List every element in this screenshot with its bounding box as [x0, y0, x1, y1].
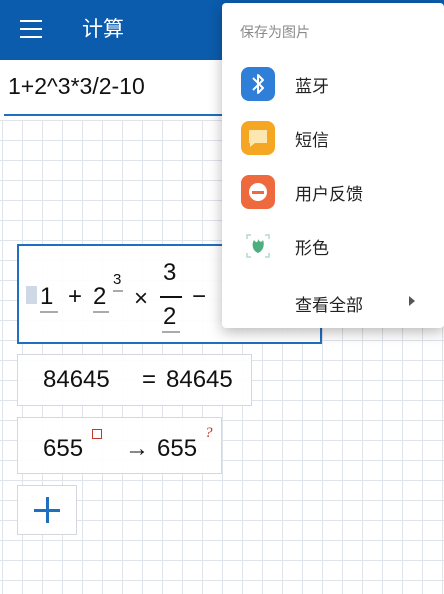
- term-underline: [113, 290, 123, 292]
- result-rhs: 655: [157, 435, 198, 462]
- term-underline: [40, 311, 58, 313]
- share-menu-header: 保存为图片: [240, 25, 310, 41]
- result-equals: =: [142, 366, 157, 393]
- menu-item-label: 形色: [295, 239, 329, 259]
- plus-icon: [34, 497, 60, 523]
- menu-item-xingse[interactable]: 形色: [222, 218, 444, 272]
- formula-term-1: 1: [40, 283, 54, 310]
- formula-base: 2: [93, 283, 107, 310]
- fraction-denominator: 2: [163, 303, 177, 330]
- chevron-right-icon: [409, 296, 415, 306]
- menu-item-label: 用户反馈: [295, 185, 363, 205]
- menu-item-message[interactable]: 短信: [222, 110, 444, 164]
- term-underline: [162, 331, 180, 333]
- menu-item-bluetooth[interactable]: 蓝牙: [222, 56, 444, 110]
- hamburger-menu-icon[interactable]: [20, 20, 42, 38]
- fraction-numerator: 3: [163, 259, 177, 286]
- result-arrow: →: [125, 435, 149, 462]
- cursor: [26, 286, 37, 304]
- term-underline: [93, 311, 109, 313]
- expression-input[interactable]: [8, 73, 248, 100]
- feedback-icon: [241, 175, 275, 209]
- formula-minus: −: [192, 283, 207, 310]
- formula-times: ×: [134, 285, 149, 312]
- result-lhs: 84645: [43, 366, 110, 393]
- formula-exponent: 3: [113, 271, 122, 288]
- unknown-marker: ?: [205, 425, 213, 441]
- menu-item-feedback[interactable]: 用户反馈: [222, 164, 444, 218]
- app-title: 计算: [82, 17, 124, 41]
- result-lhs: 655: [43, 435, 84, 462]
- placeholder-box: [92, 429, 102, 439]
- menu-item-label: 短信: [295, 131, 329, 151]
- view-all-button[interactable]: 查看全部: [295, 291, 363, 316]
- fraction-bar: [160, 296, 182, 298]
- xingse-plant-icon: [241, 229, 275, 263]
- bluetooth-icon: [241, 67, 275, 101]
- message-icon: [241, 121, 275, 155]
- formula-plus: +: [68, 283, 83, 310]
- result-rhs: 84645: [166, 366, 233, 393]
- menu-item-label: 蓝牙: [295, 77, 329, 97]
